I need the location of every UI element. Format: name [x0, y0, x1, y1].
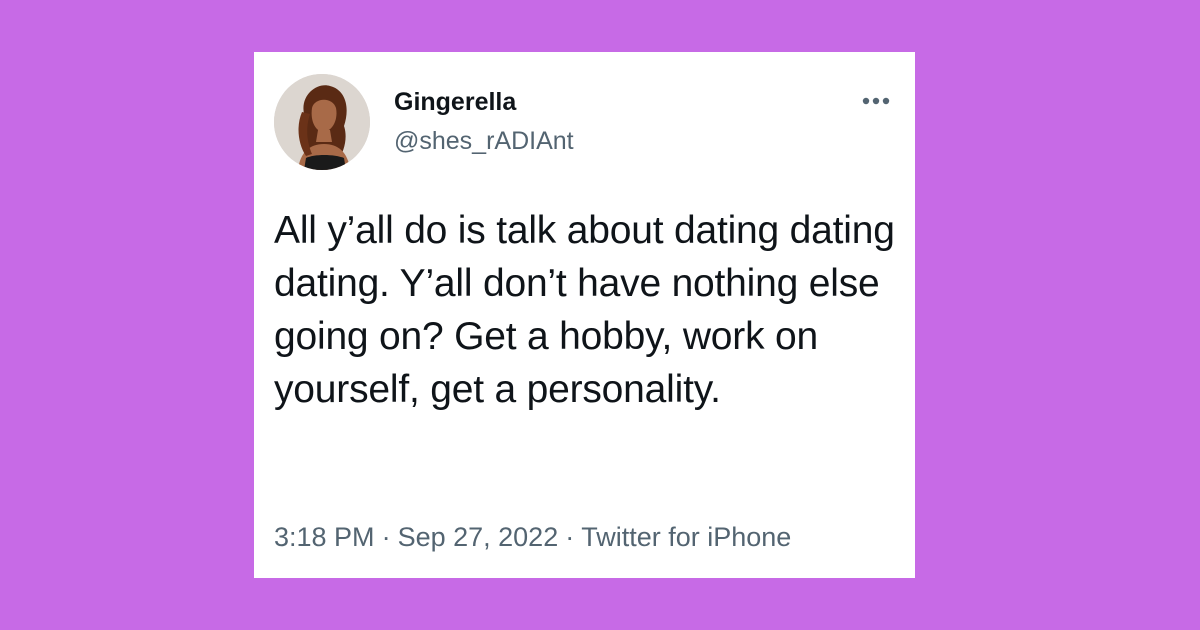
author-display-name[interactable]: Gingerella — [394, 87, 516, 117]
avatar[interactable] — [274, 74, 370, 170]
tweet-metadata: 3:18 PM · Sep 27, 2022 · Twitter for iPhone — [274, 520, 791, 554]
avatar-photo-icon — [274, 74, 370, 170]
tweet-card: Gingerella @shes_rADIAnt All y’all do is… — [254, 52, 915, 578]
more-options-button[interactable] — [854, 88, 898, 114]
author-handle[interactable]: @shes_rADIAnt — [394, 126, 574, 156]
tweet-source[interactable]: Twitter for iPhone — [581, 522, 791, 552]
separator: · — [381, 522, 391, 552]
tweet-time[interactable]: 3:18 PM — [274, 522, 375, 552]
tweet-text: All y’all do is talk about dating dating… — [274, 209, 895, 411]
separator: · — [565, 522, 575, 552]
tweet-date[interactable]: Sep 27, 2022 — [398, 522, 559, 552]
more-horizontal-icon — [862, 97, 890, 105]
